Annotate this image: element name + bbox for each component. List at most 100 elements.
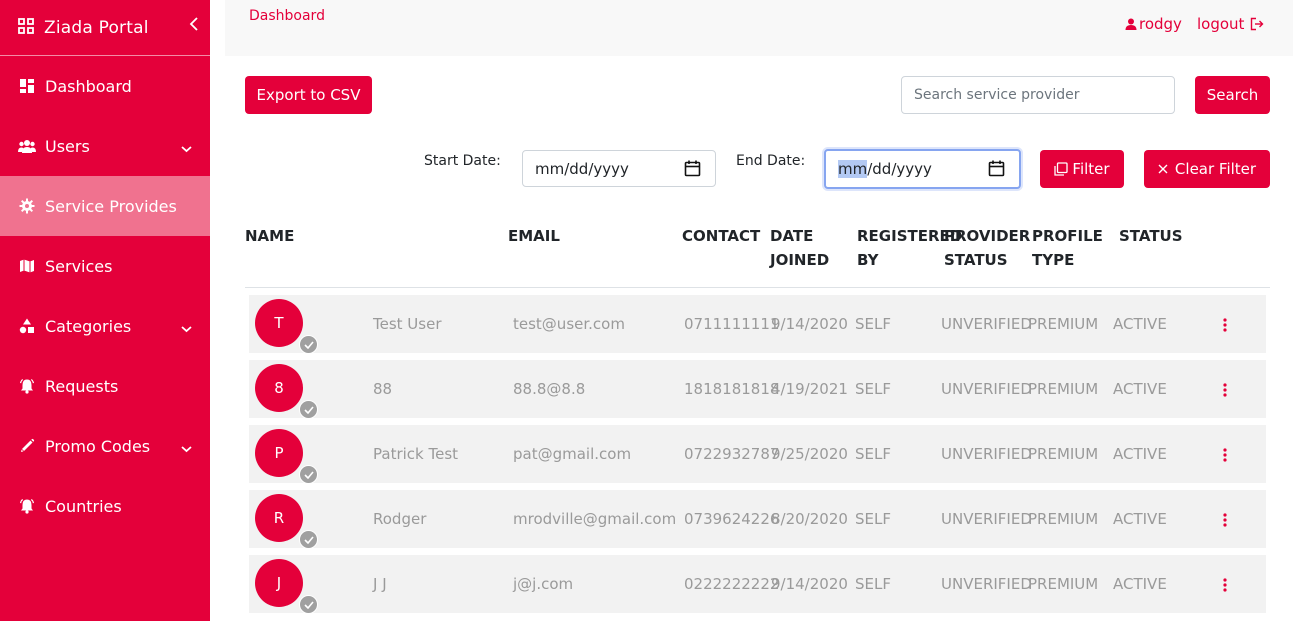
avatar: 8	[255, 364, 303, 412]
brand: Ziada Portal	[0, 0, 210, 56]
header-line: PROVIDER	[944, 227, 1031, 245]
cell-registered-by: SELF	[855, 445, 891, 463]
sidebar-item-categories[interactable]: Categories	[0, 296, 210, 356]
avatar: P	[255, 429, 303, 477]
sidebar-item-label: Promo Codes	[45, 436, 151, 456]
cell-date-joined: 9/25/2020	[771, 445, 848, 463]
table-row[interactable]: P Patrick Test pat@gmail.com 0722932787 …	[249, 425, 1266, 484]
close-icon	[1158, 164, 1168, 174]
sidebar-item-label: Services	[45, 256, 113, 276]
cell-profile-type: PREMIUM	[1028, 445, 1099, 463]
user-icon	[1125, 18, 1137, 30]
sidebar-item-label: Users	[45, 136, 90, 156]
sidebar-item-countries[interactable]: Countries	[0, 476, 210, 536]
dashboard-icon	[18, 77, 36, 95]
column-header-profile-type[interactable]: PROFILE TYPE	[1032, 224, 1103, 272]
sidebar-item-label: Dashboard	[45, 76, 132, 96]
topbar: Dashboard rodgy logout	[225, 0, 1293, 56]
sidebar-item-users[interactable]: Users	[0, 116, 210, 176]
cell-date-joined: 8/20/2020	[771, 510, 848, 528]
cell-status: ACTIVE	[1113, 575, 1167, 593]
cell-contact: 0222222222	[684, 575, 780, 593]
start-date-input[interactable]: mm/dd/yyyy	[522, 150, 716, 187]
column-header-provider-status[interactable]: PROVIDER STATUS	[944, 224, 1030, 272]
column-header-email[interactable]: EMAIL	[508, 224, 560, 248]
users-icon	[18, 137, 36, 155]
cell-registered-by: SELF	[855, 575, 891, 593]
user-menu[interactable]: rodgy	[1125, 15, 1182, 33]
export-csv-button[interactable]: Export to CSV	[245, 76, 372, 114]
sidebar-item-dashboard[interactable]: Dashboard	[0, 56, 210, 116]
column-header-name[interactable]: NAME	[245, 224, 294, 248]
chevron-down-icon	[181, 438, 192, 457]
table-row[interactable]: J J J j@j.com 0222222222 9/14/2020 SELF …	[249, 555, 1266, 614]
search-button[interactable]: Search	[1195, 76, 1270, 114]
cell-date-joined: 9/14/2020	[771, 315, 848, 333]
app: Ziada Portal Dashboard Users Service Pro…	[0, 0, 1293, 621]
cell-email: j@j.com	[513, 575, 574, 593]
cell-status: ACTIVE	[1113, 445, 1167, 463]
sidebar-item-requests[interactable]: Requests	[0, 356, 210, 416]
header-line: DATE	[770, 227, 814, 245]
cell-provider-status: UNVERIFIED	[941, 315, 1032, 333]
bell-icon	[18, 377, 36, 395]
shapes-icon	[18, 317, 36, 335]
sidebar-item-label: Service Provides	[45, 196, 177, 216]
check-icon	[299, 465, 318, 484]
cell-profile-type: PREMIUM	[1028, 510, 1099, 528]
clear-filter-button[interactable]: Clear Filter	[1144, 150, 1270, 188]
cell-status: ACTIVE	[1113, 315, 1167, 333]
table-row[interactable]: T Test User test@user.com 0711111111 9/1…	[249, 295, 1266, 354]
column-header-status[interactable]: STATUS	[1119, 224, 1183, 248]
cell-status: ACTIVE	[1113, 380, 1167, 398]
cell-provider-status: UNVERIFIED	[941, 445, 1032, 463]
sidebar-item-promo-codes[interactable]: Promo Codes	[0, 416, 210, 476]
kebab-icon[interactable]	[1223, 577, 1227, 596]
kebab-icon[interactable]	[1223, 447, 1227, 466]
calendar-icon[interactable]	[988, 160, 1005, 181]
check-icon	[299, 530, 318, 549]
cell-name: Test User	[373, 315, 442, 333]
cell-status: ACTIVE	[1113, 510, 1167, 528]
breadcrumb[interactable]: Dashboard	[249, 8, 325, 24]
cell-contact: 0739624226	[684, 510, 780, 528]
sidebar-item-label: Categories	[45, 316, 132, 336]
calendar-icon[interactable]	[684, 160, 701, 181]
cell-email: mrodville@gmail.com	[513, 510, 677, 528]
end-date-month-segment: mm	[838, 160, 868, 178]
avatar: R	[255, 494, 303, 542]
table-row[interactable]: 8 88 88.8@8.8 1818181818 4/19/2021 SELF …	[249, 360, 1266, 419]
cell-name: Patrick Test	[373, 445, 459, 463]
cell-contact: 0722932787	[684, 445, 780, 463]
sidebar-item-service-provides[interactable]: Service Provides	[0, 176, 210, 236]
sidebar-item-services[interactable]: Services	[0, 236, 210, 296]
collapse-sidebar-icon[interactable]	[188, 16, 200, 37]
end-date-label: End Date:	[736, 153, 806, 169]
header-line: STATUS	[944, 251, 1008, 269]
kebab-icon[interactable]	[1223, 382, 1227, 401]
grid-icon	[18, 17, 34, 38]
cell-registered-by: SELF	[855, 510, 891, 528]
check-icon	[299, 400, 318, 419]
pencil-icon	[18, 437, 36, 455]
avatar: T	[255, 299, 303, 347]
header-line: PROFILE	[1032, 227, 1103, 245]
cell-provider-status: UNVERIFIED	[941, 380, 1032, 398]
start-date-label: Start Date:	[424, 153, 501, 169]
filter-label: Filter	[1072, 160, 1110, 178]
kebab-icon[interactable]	[1223, 512, 1227, 531]
cell-registered-by: SELF	[855, 315, 891, 333]
logout-link[interactable]: logout	[1197, 15, 1264, 33]
sidebar-item-label: Countries	[45, 496, 122, 516]
username: rodgy	[1139, 15, 1182, 33]
search-input[interactable]: Search service provider	[901, 76, 1175, 114]
column-header-contact[interactable]: CONTACT	[682, 224, 760, 248]
kebab-icon[interactable]	[1223, 317, 1227, 336]
chevron-down-icon	[181, 318, 192, 337]
filter-button[interactable]: Filter	[1040, 150, 1124, 188]
column-header-date-joined[interactable]: DATE JOINED	[770, 224, 829, 272]
end-date-input[interactable]: mm/dd/yyyy	[824, 149, 1021, 189]
table-row[interactable]: R Rodger mrodville@gmail.com 0739624226 …	[249, 490, 1266, 549]
cell-registered-by: SELF	[855, 380, 891, 398]
cell-contact: 1818181818	[684, 380, 780, 398]
